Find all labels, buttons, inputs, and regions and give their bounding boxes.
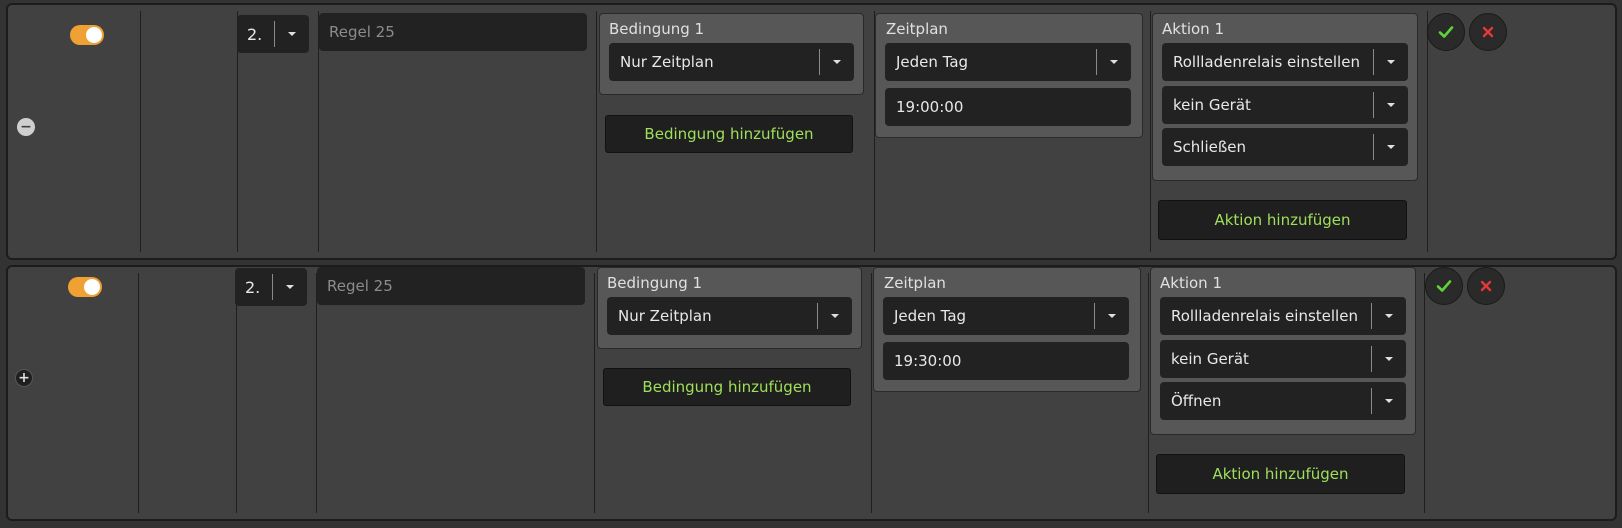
- action-panel: Aktion 1 Rollladenrelais einstellen kein…: [1152, 13, 1418, 181]
- chevron-down-icon: [1374, 145, 1408, 149]
- chevron-down-icon: [273, 285, 307, 289]
- confirm-button[interactable]: [1427, 13, 1465, 51]
- rule-name-input[interactable]: Regel 25: [317, 267, 585, 305]
- checkmark-icon: [1436, 280, 1452, 292]
- add-condition-button[interactable]: Bedingung hinzufügen: [603, 368, 851, 406]
- close-icon: [1482, 26, 1494, 38]
- column-divider: [594, 273, 595, 513]
- column-divider: [236, 273, 237, 513]
- column-divider: [871, 273, 872, 513]
- rule-enabled-toggle[interactable]: [70, 25, 104, 45]
- column-divider: [1424, 273, 1425, 513]
- action-command-select[interactable]: Schließen: [1162, 128, 1408, 166]
- schedule-frequency-select[interactable]: Jeden Tag: [885, 43, 1131, 81]
- action-device-select[interactable]: kein Gerät: [1160, 340, 1406, 378]
- condition-type-select[interactable]: Nur Zeitplan: [609, 43, 854, 81]
- cancel-button[interactable]: [1467, 267, 1505, 305]
- schedule-time-input[interactable]: 19:00:00: [885, 88, 1131, 126]
- rule-order-select[interactable]: 2.: [237, 15, 309, 53]
- schedule-title: Zeitplan: [886, 20, 948, 38]
- action-device-value: kein Gerät: [1173, 96, 1251, 114]
- rule-enabled-toggle[interactable]: [68, 277, 102, 297]
- action-command-value: Öffnen: [1171, 392, 1222, 410]
- condition-type-value: Nur Zeitplan: [620, 53, 714, 71]
- action-title: Aktion 1: [1162, 20, 1224, 38]
- chevron-down-icon: [818, 314, 852, 318]
- column-divider: [1427, 11, 1428, 252]
- condition-panel: Bedingung 1 Nur Zeitplan: [597, 267, 862, 349]
- toggle-knob: [86, 27, 102, 43]
- add-action-button[interactable]: Aktion hinzufügen: [1158, 200, 1407, 240]
- close-icon: [1480, 280, 1492, 292]
- action-type-value: Rollladenrelais einstellen: [1171, 307, 1358, 325]
- action-device-value: kein Gerät: [1171, 350, 1249, 368]
- chevron-down-icon: [1372, 314, 1406, 318]
- rule-order-select[interactable]: 2.: [235, 268, 307, 306]
- schedule-frequency-value: Jeden Tag: [896, 53, 969, 71]
- chevron-down-icon: [1372, 399, 1406, 403]
- schedule-title: Zeitplan: [884, 274, 946, 292]
- chevron-down-icon: [1372, 357, 1406, 361]
- action-command-select[interactable]: Öffnen: [1160, 382, 1406, 420]
- chevron-down-icon: [1097, 60, 1131, 64]
- condition-type-select[interactable]: Nur Zeitplan: [607, 297, 852, 335]
- chevron-down-icon: [1374, 60, 1408, 64]
- condition-panel: Bedingung 1 Nur Zeitplan: [599, 13, 864, 95]
- rule-name-input[interactable]: Regel 25: [319, 13, 587, 51]
- rule-name-placeholder: Regel 25: [329, 23, 395, 41]
- schedule-time-input[interactable]: 19:30:00: [883, 342, 1129, 380]
- column-divider: [138, 273, 139, 513]
- action-device-select[interactable]: kein Gerät: [1162, 86, 1408, 124]
- minus-icon[interactable]: −: [17, 118, 35, 136]
- schedule-frequency-select[interactable]: Jeden Tag: [883, 297, 1129, 335]
- checkmark-icon: [1438, 26, 1454, 38]
- action-command-value: Schließen: [1173, 138, 1247, 156]
- rule-name-placeholder: Regel 25: [327, 277, 393, 295]
- rule-row: − 2. Regel 25 Bedingung 1 Nur Zeitplan B…: [6, 3, 1617, 260]
- action-type-value: Rollladenrelais einstellen: [1173, 53, 1360, 71]
- action-title: Aktion 1: [1160, 274, 1222, 292]
- condition-title: Bedingung 1: [607, 274, 703, 292]
- column-divider: [316, 273, 317, 513]
- chevron-down-icon: [1374, 103, 1408, 107]
- toggle-knob: [84, 279, 100, 295]
- schedule-panel: Zeitplan Jeden Tag 19:00:00: [875, 13, 1143, 138]
- chevron-down-icon: [820, 60, 854, 64]
- confirm-button[interactable]: [1425, 267, 1463, 305]
- add-action-button[interactable]: Aktion hinzufügen: [1156, 454, 1405, 494]
- plus-icon[interactable]: +: [15, 369, 33, 387]
- action-type-select[interactable]: Rollladenrelais einstellen: [1160, 297, 1406, 335]
- column-divider: [596, 11, 597, 252]
- rule-row: + 2. Regel 25 Bedingung 1 Nur Zeitplan B…: [6, 265, 1617, 521]
- condition-type-value: Nur Zeitplan: [618, 307, 712, 325]
- chevron-down-icon: [1095, 314, 1129, 318]
- schedule-panel: Zeitplan Jeden Tag 19:30:00: [873, 267, 1141, 392]
- condition-title: Bedingung 1: [609, 20, 705, 38]
- column-divider: [1148, 273, 1149, 513]
- cancel-button[interactable]: [1469, 13, 1507, 51]
- column-divider: [1150, 11, 1151, 252]
- action-panel: Aktion 1 Rollladenrelais einstellen kein…: [1150, 267, 1416, 435]
- action-type-select[interactable]: Rollladenrelais einstellen: [1162, 43, 1408, 81]
- column-divider: [140, 11, 141, 252]
- chevron-down-icon: [275, 32, 309, 36]
- rule-order-value: 2.: [245, 277, 261, 297]
- rule-order-value: 2.: [247, 24, 263, 44]
- schedule-frequency-value: Jeden Tag: [894, 307, 967, 325]
- add-condition-button[interactable]: Bedingung hinzufügen: [605, 115, 853, 153]
